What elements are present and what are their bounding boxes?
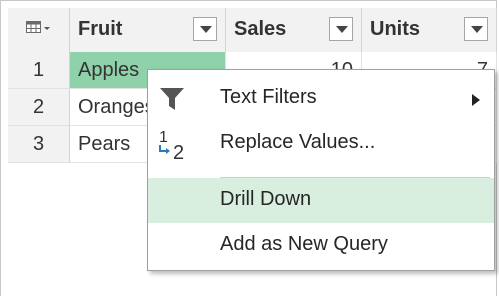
column-header-label: Units: [370, 18, 420, 40]
column-header-fruit[interactable]: Fruit: [70, 8, 226, 52]
column-filter-dropdown[interactable]: [193, 17, 217, 41]
column-filter-dropdown[interactable]: [329, 17, 353, 41]
context-menu: Text Filters 1 2 Replace Values... Drill…: [147, 69, 495, 271]
column-header-units[interactable]: Units: [362, 8, 497, 52]
column-filter-dropdown[interactable]: [464, 17, 488, 41]
replace-values-icon-number-bottom: 2: [173, 142, 184, 163]
column-header-sales[interactable]: Sales: [226, 8, 362, 52]
row-number[interactable]: 3: [8, 126, 70, 163]
menu-item-label: Text Filters: [220, 86, 317, 108]
replace-values-icon: 1 2: [156, 129, 192, 164]
row-number[interactable]: 1: [8, 52, 70, 89]
row-number[interactable]: 2: [8, 89, 70, 126]
column-header-label: Sales: [234, 18, 287, 40]
chevron-down-icon: [471, 26, 483, 33]
menu-item-label: Drill Down: [220, 188, 312, 210]
replace-values-icon-number-top: 1: [159, 129, 168, 146]
column-header-label: Fruit: [78, 18, 123, 40]
menu-item-drill-down[interactable]: Drill Down: [148, 178, 494, 223]
filter-icon: [156, 84, 192, 114]
table-menu-button[interactable]: [8, 8, 70, 52]
chevron-down-icon: [336, 26, 348, 33]
menu-item-replace-values[interactable]: 1 2 Replace Values...: [148, 121, 494, 166]
menu-item-label: Replace Values...: [220, 131, 376, 153]
menu-item-text-filters[interactable]: Text Filters: [148, 76, 494, 121]
table-icon: [26, 21, 50, 33]
menu-item-label: Add as New Query: [220, 233, 388, 255]
menu-item-add-as-new-query[interactable]: Add as New Query: [148, 223, 494, 268]
submenu-arrow-icon: [472, 93, 480, 111]
chevron-down-icon: [200, 26, 212, 33]
